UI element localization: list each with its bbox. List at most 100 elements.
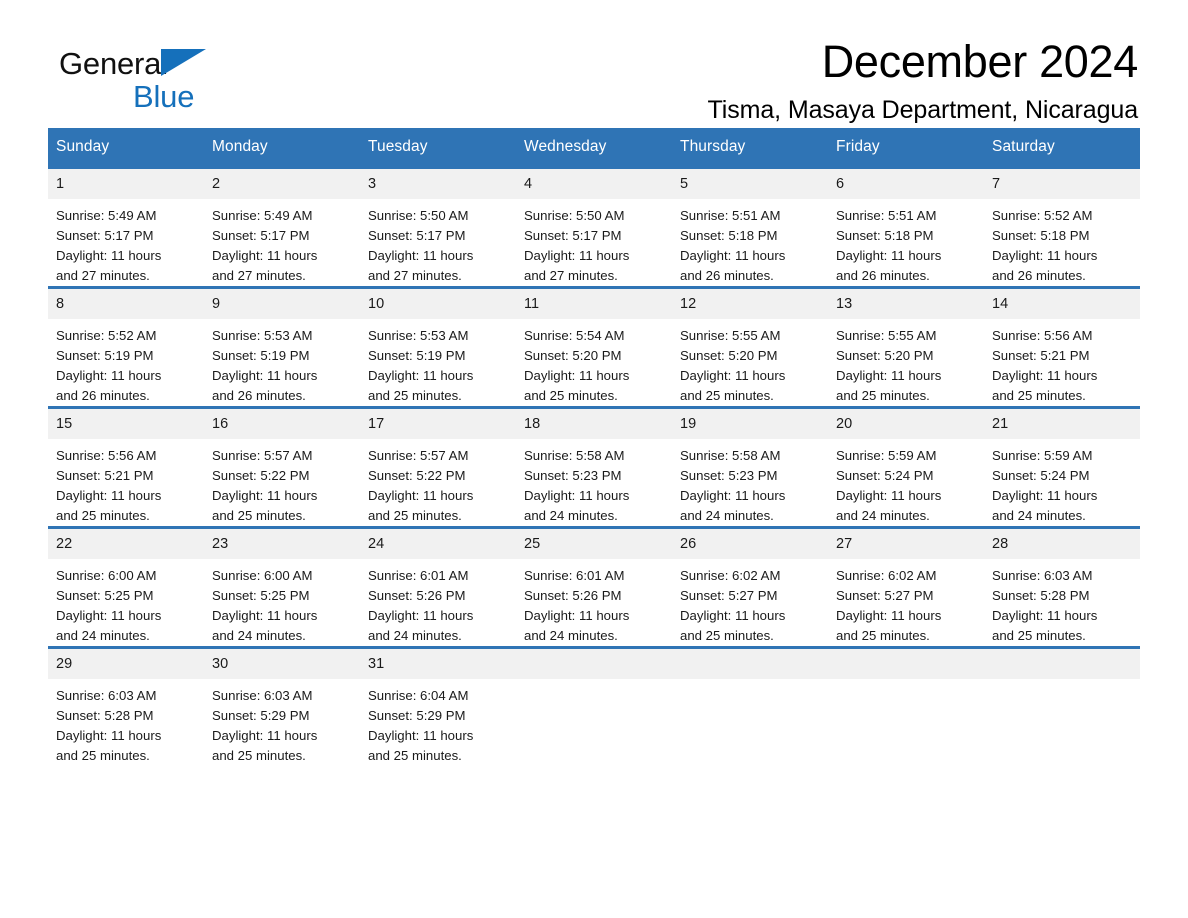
day-number <box>828 649 984 679</box>
general-blue-logo: General Blue <box>59 48 259 120</box>
daylight-text-line2: and 25 minutes. <box>368 748 462 763</box>
calendar-day-cell[interactable]: 30 Sunrise: 6:03 AM Sunset: 5:29 PM Dayligh… <box>204 646 360 766</box>
daylight-text-line1: Daylight: 11 hours <box>524 488 630 503</box>
calendar-day-cell[interactable]: 27 Sunrise: 6:02 AM Sunset: 5:27 PM Dayligh… <box>828 526 984 648</box>
logo-text-general: General <box>59 46 168 81</box>
daylight-text-line2: and 24 minutes. <box>524 628 618 643</box>
sunrise-text: Sunrise: 5:53 AM <box>368 328 469 343</box>
sunset-text: Sunset: 5:28 PM <box>992 588 1090 603</box>
calendar-day-cell[interactable]: 6 Sunrise: 5:51 AM Sunset: 5:18 PM Daylight… <box>828 166 984 288</box>
sunrise-text: Sunrise: 5:53 AM <box>212 328 313 343</box>
calendar-day-cell[interactable]: 2 Sunrise: 5:49 AM Sunset: 5:17 PM Daylight… <box>204 166 360 288</box>
daylight-text-line1: Daylight: 11 hours <box>836 488 942 503</box>
sunset-text: Sunset: 5:17 PM <box>368 228 466 243</box>
day-details: Sunrise: 5:52 AM Sunset: 5:19 PM Daylight:… <box>48 319 204 406</box>
calendar-day-cell[interactable]: 11 Sunrise: 5:54 AM Sunset: 5:20 PM Dayligh… <box>516 286 672 408</box>
day-details <box>828 679 984 686</box>
day-details: Sunrise: 6:02 AM Sunset: 5:27 PM Daylight:… <box>828 559 984 646</box>
sunrise-text: Sunrise: 5:57 AM <box>368 448 469 463</box>
day-details <box>672 679 828 686</box>
daylight-text-line1: Daylight: 11 hours <box>368 728 474 743</box>
calendar-day-cell[interactable]: 28 Sunrise: 6:03 AM Sunset: 5:28 PM Dayligh… <box>984 526 1140 648</box>
day-number: 2 <box>204 169 360 199</box>
daylight-text-line2: and 24 minutes. <box>368 628 462 643</box>
sunset-text: Sunset: 5:26 PM <box>524 588 622 603</box>
sunset-text: Sunset: 5:20 PM <box>680 348 778 363</box>
sunset-text: Sunset: 5:19 PM <box>368 348 466 363</box>
sunrise-text: Sunrise: 5:59 AM <box>836 448 937 463</box>
calendar-day-cell[interactable]: 8 Sunrise: 5:52 AM Sunset: 5:19 PM Daylight… <box>48 286 204 408</box>
sunset-text: Sunset: 5:20 PM <box>836 348 934 363</box>
calendar-day-cell[interactable]: 7 Sunrise: 5:52 AM Sunset: 5:18 PM Daylight… <box>984 166 1140 288</box>
calendar-day-cell[interactable]: 23 Sunrise: 6:00 AM Sunset: 5:25 PM Dayligh… <box>204 526 360 648</box>
daylight-text-line1: Daylight: 11 hours <box>56 488 162 503</box>
calendar-day-cell[interactable]: 26 Sunrise: 6:02 AM Sunset: 5:27 PM Dayligh… <box>672 526 828 648</box>
daylight-text-line1: Daylight: 11 hours <box>368 608 474 623</box>
weekday-header-saturday: Saturday <box>984 128 1140 168</box>
calendar-day-cell[interactable]: 17 Sunrise: 5:57 AM Sunset: 5:22 PM Dayligh… <box>360 406 516 528</box>
daylight-text-line2: and 24 minutes. <box>836 508 930 523</box>
sunset-text: Sunset: 5:25 PM <box>212 588 310 603</box>
day-number: 11 <box>516 289 672 319</box>
calendar-day-cell-empty <box>672 646 828 766</box>
daylight-text-line1: Daylight: 11 hours <box>680 248 786 263</box>
sunset-text: Sunset: 5:27 PM <box>680 588 778 603</box>
calendar-page: General Blue December 2024 Tisma, Masaya… <box>0 0 1188 918</box>
day-details: Sunrise: 6:00 AM Sunset: 5:25 PM Daylight:… <box>204 559 360 646</box>
sunset-text: Sunset: 5:18 PM <box>836 228 934 243</box>
daylight-text-line1: Daylight: 11 hours <box>680 368 786 383</box>
sunrise-text: Sunrise: 5:57 AM <box>212 448 313 463</box>
calendar-day-cell[interactable]: 21 Sunrise: 5:59 AM Sunset: 5:24 PM Dayligh… <box>984 406 1140 528</box>
calendar-day-cell[interactable]: 5 Sunrise: 5:51 AM Sunset: 5:18 PM Daylight… <box>672 166 828 288</box>
sunrise-text: Sunrise: 6:02 AM <box>836 568 937 583</box>
daylight-text-line2: and 26 minutes. <box>836 268 930 283</box>
sunset-text: Sunset: 5:21 PM <box>992 348 1090 363</box>
day-details: Sunrise: 5:59 AM Sunset: 5:24 PM Daylight:… <box>984 439 1140 526</box>
calendar-day-cell[interactable]: 19 Sunrise: 5:58 AM Sunset: 5:23 PM Dayligh… <box>672 406 828 528</box>
weekday-header-tuesday: Tuesday <box>360 128 516 168</box>
day-details: Sunrise: 5:50 AM Sunset: 5:17 PM Daylight:… <box>360 199 516 286</box>
day-details: Sunrise: 5:52 AM Sunset: 5:18 PM Daylight:… <box>984 199 1140 286</box>
daylight-text-line2: and 26 minutes. <box>680 268 774 283</box>
calendar-day-cell[interactable]: 12 Sunrise: 5:55 AM Sunset: 5:20 PM Dayligh… <box>672 286 828 408</box>
calendar-day-cell[interactable]: 1 Sunrise: 5:49 AM Sunset: 5:17 PM Daylight… <box>48 166 204 288</box>
calendar-day-cell[interactable]: 4 Sunrise: 5:50 AM Sunset: 5:17 PM Daylight… <box>516 166 672 288</box>
day-details: Sunrise: 6:01 AM Sunset: 5:26 PM Daylight:… <box>516 559 672 646</box>
calendar-day-cell[interactable]: 16 Sunrise: 5:57 AM Sunset: 5:22 PM Dayligh… <box>204 406 360 528</box>
calendar-day-cell[interactable]: 10 Sunrise: 5:53 AM Sunset: 5:19 PM Dayligh… <box>360 286 516 408</box>
sunset-text: Sunset: 5:26 PM <box>368 588 466 603</box>
sunset-text: Sunset: 5:24 PM <box>836 468 934 483</box>
calendar-day-cell[interactable]: 9 Sunrise: 5:53 AM Sunset: 5:19 PM Daylight… <box>204 286 360 408</box>
calendar-week-row: 22 Sunrise: 6:00 AM Sunset: 5:25 PM Dayligh… <box>48 526 1140 648</box>
calendar-day-cell[interactable]: 13 Sunrise: 5:55 AM Sunset: 5:20 PM Dayligh… <box>828 286 984 408</box>
calendar-day-cell[interactable]: 29 Sunrise: 6:03 AM Sunset: 5:28 PM Dayligh… <box>48 646 204 766</box>
sunset-text: Sunset: 5:22 PM <box>212 468 310 483</box>
calendar-day-cell[interactable]: 14 Sunrise: 5:56 AM Sunset: 5:21 PM Dayligh… <box>984 286 1140 408</box>
daylight-text-line2: and 24 minutes. <box>992 508 1086 523</box>
day-number: 25 <box>516 529 672 559</box>
day-details: Sunrise: 5:58 AM Sunset: 5:23 PM Daylight:… <box>672 439 828 526</box>
sunrise-text: Sunrise: 6:01 AM <box>524 568 625 583</box>
calendar-day-cell[interactable]: 3 Sunrise: 5:50 AM Sunset: 5:17 PM Daylight… <box>360 166 516 288</box>
sunset-text: Sunset: 5:20 PM <box>524 348 622 363</box>
logo-text-blue: Blue <box>133 79 195 114</box>
sunrise-text: Sunrise: 5:51 AM <box>680 208 781 223</box>
day-details: Sunrise: 5:55 AM Sunset: 5:20 PM Daylight:… <box>672 319 828 406</box>
calendar-day-cell[interactable]: 25 Sunrise: 6:01 AM Sunset: 5:26 PM Dayligh… <box>516 526 672 648</box>
day-number: 28 <box>984 529 1140 559</box>
calendar-day-cell[interactable]: 18 Sunrise: 5:58 AM Sunset: 5:23 PM Dayligh… <box>516 406 672 528</box>
calendar-day-cell[interactable]: 20 Sunrise: 5:59 AM Sunset: 5:24 PM Dayligh… <box>828 406 984 528</box>
daylight-text-line1: Daylight: 11 hours <box>368 488 474 503</box>
daylight-text-line2: and 25 minutes. <box>836 388 930 403</box>
day-number: 1 <box>48 169 204 199</box>
day-details: Sunrise: 5:51 AM Sunset: 5:18 PM Daylight:… <box>672 199 828 286</box>
calendar-day-cell[interactable]: 24 Sunrise: 6:01 AM Sunset: 5:26 PM Dayligh… <box>360 526 516 648</box>
daylight-text-line2: and 24 minutes. <box>212 628 306 643</box>
calendar-day-cell[interactable]: 31 Sunrise: 6:04 AM Sunset: 5:29 PM Dayligh… <box>360 646 516 766</box>
day-number: 24 <box>360 529 516 559</box>
daylight-text-line1: Daylight: 11 hours <box>56 608 162 623</box>
calendar-day-cell[interactable]: 22 Sunrise: 6:00 AM Sunset: 5:25 PM Dayligh… <box>48 526 204 648</box>
daylight-text-line2: and 25 minutes. <box>680 628 774 643</box>
calendar-day-cell[interactable]: 15 Sunrise: 5:56 AM Sunset: 5:21 PM Dayligh… <box>48 406 204 528</box>
daylight-text-line1: Daylight: 11 hours <box>992 488 1098 503</box>
